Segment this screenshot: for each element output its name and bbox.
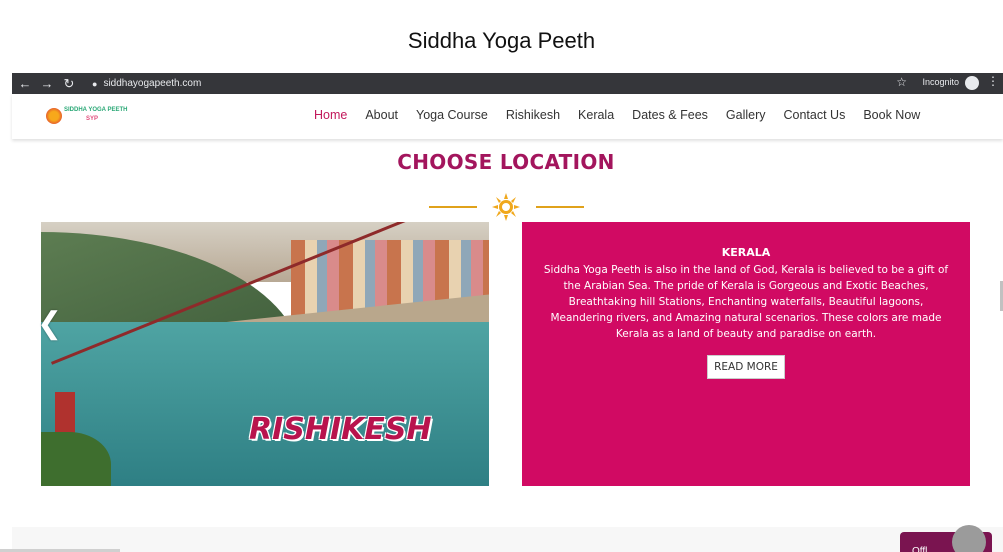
divider-line-right bbox=[536, 206, 584, 208]
card-body: Siddha Yoga Peeth is also in the land of… bbox=[543, 264, 949, 340]
main-nav: Home About Yoga Course Rishikesh Kerala … bbox=[314, 108, 938, 122]
divider-line-left bbox=[429, 206, 477, 208]
forward-arrow-icon[interactable]: → bbox=[38, 75, 56, 93]
star-icon[interactable]: ☆ bbox=[896, 75, 907, 89]
back-arrow-icon[interactable]: ← bbox=[16, 75, 34, 93]
logo-sun-icon bbox=[46, 108, 62, 124]
slider-prev-icon[interactable]: ❮ bbox=[37, 308, 62, 340]
nav-book-now[interactable]: Book Now bbox=[863, 108, 920, 122]
scroll-top-button[interactable] bbox=[952, 525, 986, 552]
nav-gallery[interactable]: Gallery bbox=[726, 108, 766, 122]
page-caption: Siddha Yoga Peeth bbox=[407, 28, 596, 53]
nav-about[interactable]: About bbox=[365, 108, 398, 122]
rishikesh-photo: RISHIKESH bbox=[41, 222, 489, 486]
section-title: CHOOSE LOCATION bbox=[397, 150, 615, 174]
nav-rishikesh[interactable]: Rishikesh bbox=[506, 108, 560, 122]
browser-toolbar: ← → ↻ ● siddhayogapeeth.com ☆ Incognito … bbox=[12, 73, 1003, 94]
incognito-icon[interactable] bbox=[965, 76, 979, 90]
logo-brand-text: SIDDHA YOGA PEETH bbox=[64, 107, 128, 113]
kerala-card: KERALA Siddha Yoga Peeth is also in the … bbox=[522, 222, 970, 486]
nav-dates-fees[interactable]: Dates & Fees bbox=[632, 108, 708, 122]
card-title: KERALA bbox=[721, 246, 771, 259]
menu-dots-icon[interactable]: ⋮ bbox=[987, 74, 999, 88]
reload-icon[interactable]: ↻ bbox=[60, 75, 78, 93]
nav-home[interactable]: Home bbox=[314, 108, 347, 122]
read-more-button[interactable]: READ MORE bbox=[707, 355, 785, 379]
next-section-band bbox=[12, 527, 1003, 552]
nav-kerala[interactable]: Kerala bbox=[578, 108, 614, 122]
site-header: SIDDHA YOGA PEETH SYP Home About Yoga Co… bbox=[12, 94, 1003, 139]
address-bar[interactable]: siddhayogapeeth.com bbox=[103, 78, 201, 89]
site-logo[interactable]: SIDDHA YOGA PEETH SYP bbox=[44, 104, 134, 128]
sun-divider-icon bbox=[492, 193, 520, 221]
incognito-label: Incognito bbox=[922, 77, 959, 87]
photo-label: RISHIKESH bbox=[249, 412, 432, 447]
logo-short-text: SYP bbox=[86, 116, 99, 122]
nav-contact-us[interactable]: Contact Us bbox=[784, 108, 846, 122]
lock-icon: ● bbox=[92, 78, 98, 89]
nav-yoga-course[interactable]: Yoga Course bbox=[416, 108, 488, 122]
